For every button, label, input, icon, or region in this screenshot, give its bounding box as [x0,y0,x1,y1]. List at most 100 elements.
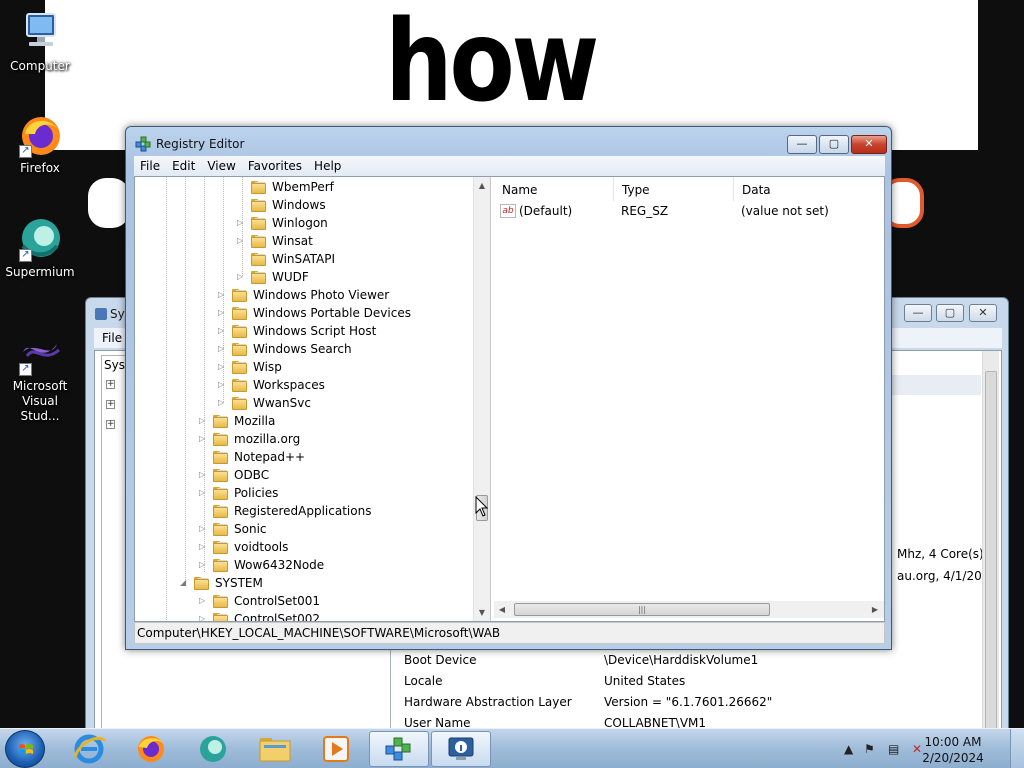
tree-node[interactable]: ▷ mozilla.org [199,431,459,449]
expand-arrow-icon[interactable]: ▷ [218,362,227,371]
tree-node[interactable]: ▷ WUDF [237,269,490,287]
desktop-icon-visual-studio[interactable]: ↗ Microsoft Visual Stud... [0,330,80,424]
menu-help[interactable]: Help [308,156,347,173]
taskbar-internet-explorer[interactable] [61,731,117,767]
expand-arrow-icon[interactable]: ▷ [199,434,208,443]
scrollbar-thumb[interactable]: ||| [514,603,770,616]
taskbar-media-player[interactable] [309,731,365,767]
expand-arrow-icon[interactable]: ▷ [218,344,227,353]
expand-arrow-icon[interactable]: ▷ [199,542,208,551]
expand-arrow-icon[interactable]: ▷ [218,326,227,335]
registry-editor-window[interactable]: Registry Editor — ▢ ✕ File Edit View Favori… [125,126,892,650]
collapse-arrow-icon[interactable]: ◢ [180,578,189,587]
scroll-down-button[interactable]: ▼ [474,604,490,621]
tree-node[interactable]: ▷ WwanSvc [218,395,478,413]
computer-icon [17,10,63,56]
tree-node[interactable]: ▷ Sonic [199,521,459,539]
show-desktop-button[interactable] [1010,729,1024,768]
menu-file[interactable]: File [134,156,166,173]
minimize-button[interactable]: — [904,304,932,322]
folder-icon [213,541,229,554]
action-center-flag-icon[interactable]: ⚑ [864,742,875,756]
tree-node[interactable]: ▷ Winsat [237,233,490,251]
tree-node[interactable]: ▷ Mozilla [199,413,459,431]
tree-node[interactable]: ▷ Windows Script Host [218,323,478,341]
expand-arrow-icon[interactable]: ▷ [199,488,208,497]
tree-node[interactable]: ▷ Windows Search [218,341,478,359]
vertical-scrollbar[interactable] [982,351,999,735]
minimize-button[interactable]: — [787,135,817,154]
scroll-left-button[interactable]: ◀ [494,601,510,618]
expand-icon[interactable]: + [106,420,115,429]
column-header-data[interactable]: Data [734,177,884,201]
menu-favorites[interactable]: Favorites [242,156,308,173]
tree-node[interactable]: ▷ Winlogon [237,215,490,233]
notification-area: ▲ ⚑ ▤ ✕ 10:00 AM 2/20/2024 [824,729,1024,768]
tree-node[interactable]: ▷ Policies [199,485,459,503]
tree-node[interactable]: WinSATAPI [237,251,490,269]
summary-item-name: Boot Device [404,653,477,667]
menu-view[interactable]: View [201,156,241,173]
value-row[interactable]: (Default) REG_SZ (value not set) [494,201,884,223]
expand-arrow-icon[interactable]: ▷ [199,524,208,533]
tree-node[interactable]: WbemPerf [237,179,490,197]
taskbar-firefox[interactable] [123,731,179,767]
expand-arrow-icon[interactable]: ▷ [199,470,208,479]
expand-arrow-icon[interactable]: ▷ [199,596,208,605]
expand-arrow-icon[interactable]: ▷ [218,308,227,317]
desktop-icon-firefox[interactable]: ↗ Firefox [0,112,80,176]
tree-node-label: RegisteredApplications [234,504,372,518]
taskbar-supermium[interactable] [185,731,241,767]
tree-vertical-scrollbar[interactable]: ▲ ▼ [473,177,490,621]
expand-arrow-icon[interactable]: ▷ [199,416,208,425]
key-tree-pane[interactable]: WbemPerf Windows ▷ Winlogon ▷ Winsat WinSATAPI… [135,177,491,621]
tree-node[interactable]: ▷ ControlSet002 [199,611,459,621]
tree-node-label: Workspaces [253,378,325,392]
taskbar-registry-editor[interactable] [369,731,429,767]
scrollbar-thumb[interactable] [985,371,997,733]
scroll-right-button[interactable]: ▶ [867,601,883,618]
expand-arrow-icon[interactable]: ▷ [237,272,246,281]
close-button[interactable]: ✕ [851,135,887,154]
title-bar[interactable]: Registry Editor — ▢ ✕ [126,127,891,157]
tree-node[interactable]: ▷ ODBC [199,467,459,485]
expand-arrow-icon[interactable]: ▷ [199,614,208,621]
values-horizontal-scrollbar[interactable]: ◀ ||| ▶ [494,601,884,618]
expand-arrow-icon[interactable]: ▷ [199,560,208,569]
expand-icon[interactable]: + [106,400,115,409]
menu-file[interactable]: File [102,331,122,345]
tree-node[interactable]: ▷ ControlSet001 [199,593,459,611]
desktop-icon-supermium[interactable]: ↗ Supermium [0,216,80,280]
tree-node[interactable]: ▷ Windows Photo Viewer [218,287,478,305]
close-button[interactable]: ✕ [969,304,997,322]
menu-edit[interactable]: Edit [166,156,201,173]
column-header-type[interactable]: Type [614,177,734,201]
expand-arrow-icon[interactable]: ▷ [237,218,246,227]
expand-arrow-icon[interactable]: ▷ [218,380,227,389]
expand-icon[interactable]: + [106,380,115,389]
maximize-button[interactable]: ▢ [819,135,849,154]
column-header-name[interactable]: Name [494,177,614,201]
taskbar-system-information[interactable] [431,731,491,767]
tree-node[interactable]: ◢ SYSTEM [180,575,440,593]
tree-node[interactable]: ▷ Windows Portable Devices [218,305,478,323]
tree-node[interactable]: RegisteredApplications [199,503,459,521]
desktop-icon-computer[interactable]: Computer [0,10,80,74]
start-button[interactable] [5,730,45,768]
taskbar-clock[interactable]: 10:00 AM 2/20/2024 [918,734,988,766]
tree-node[interactable]: ▷ Wisp [218,359,478,377]
tree-node[interactable]: ▷ Wow6432Node [199,557,459,575]
tree-node[interactable]: ▷ Workspaces [218,377,478,395]
network-icon[interactable]: ▤ [888,742,899,756]
scroll-up-button[interactable]: ▲ [474,177,490,194]
expand-arrow-icon[interactable]: ▷ [218,398,227,407]
maximize-button[interactable]: ▢ [936,304,964,322]
taskbar-windows-explorer[interactable] [247,731,303,767]
show-hidden-icons-icon[interactable]: ▲ [844,742,853,756]
expand-arrow-icon[interactable]: ▷ [218,290,227,299]
tree-node[interactable]: Windows [237,197,490,215]
tree-node[interactable]: ▷ voidtools [199,539,459,557]
expand-arrow-icon[interactable]: ▷ [237,236,246,245]
values-pane[interactable]: Name Type Data ab (Default) REG_SZ (valu… [494,177,884,621]
tree-node[interactable]: Notepad++ [199,449,459,467]
